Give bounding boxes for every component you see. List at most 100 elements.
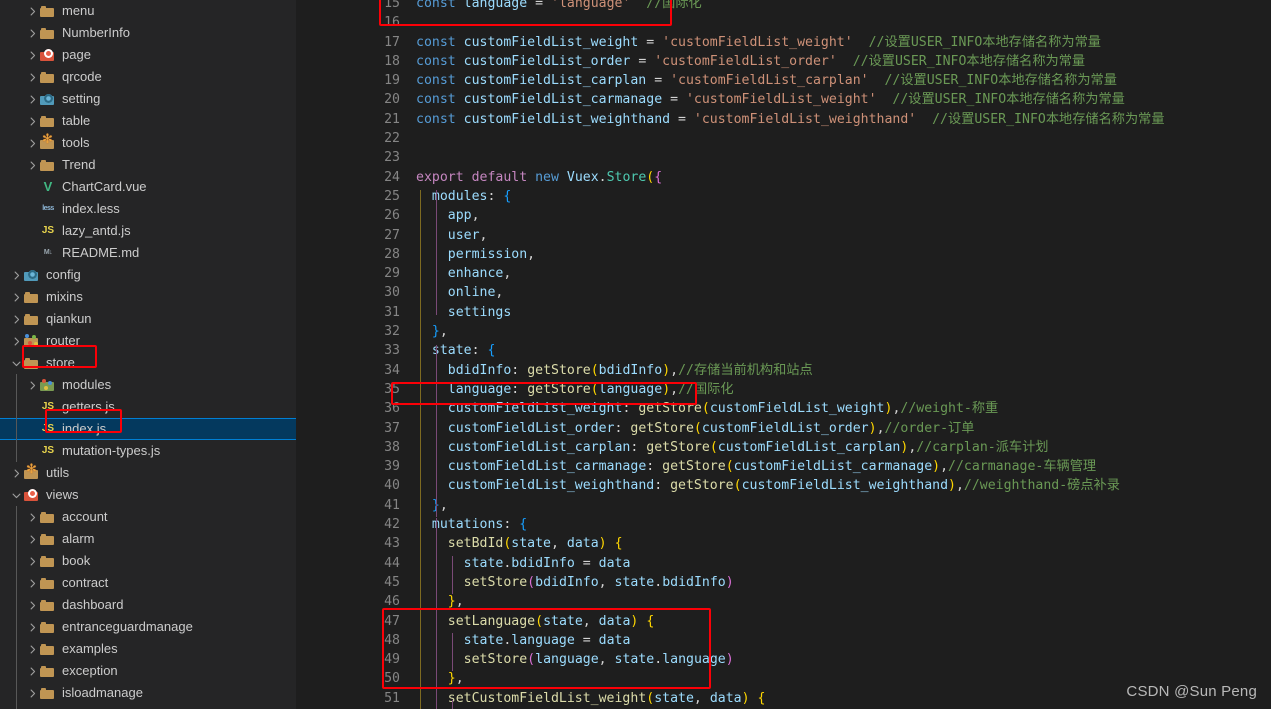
chevron-right-icon[interactable]: [24, 550, 40, 572]
chevron-right-icon[interactable]: [24, 132, 40, 154]
file-tree-item-selected[interactable]: JS index.js: [0, 418, 296, 440]
file-tree-item[interactable]: setting: [0, 88, 296, 110]
chevron-right-icon[interactable]: [8, 308, 24, 330]
code-line[interactable]: 21 const customFieldList_weighthand = 'cu…: [296, 110, 1271, 129]
file-tree-item[interactable]: menu: [0, 0, 296, 22]
file-tree-item[interactable]: jeecg: [0, 704, 296, 709]
chevron-right-icon[interactable]: [24, 572, 40, 594]
code-line[interactable]: 30 online,: [296, 283, 1271, 302]
code-line[interactable]: 26 app,: [296, 206, 1271, 225]
file-tree-item[interactable]: config: [0, 264, 296, 286]
code-line[interactable]: 36 customFieldList_weight: getStore(cust…: [296, 399, 1271, 418]
code-line[interactable]: 47 setLanguage(state, data) {: [296, 612, 1271, 631]
chevron-right-icon[interactable]: [24, 506, 40, 528]
code-line[interactable]: 27 user,: [296, 226, 1271, 245]
chevron-right-icon[interactable]: [24, 0, 40, 22]
file-tree-item[interactable]: JS mutation-types.js: [0, 440, 296, 462]
file-tree-item[interactable]: utils: [0, 462, 296, 484]
chevron-right-icon[interactable]: [24, 374, 40, 396]
chevron-right-icon[interactable]: [24, 110, 40, 132]
code-line[interactable]: 43 setBdId(state, data) {: [296, 534, 1271, 553]
code-line[interactable]: 50 },: [296, 669, 1271, 688]
file-tree-item[interactable]: alarm: [0, 528, 296, 550]
code-line[interactable]: 44 state.bdidInfo = data: [296, 554, 1271, 573]
file-tree-item[interactable]: contract: [0, 572, 296, 594]
code-line[interactable]: 35 language: getStore(language),//国际化: [296, 380, 1271, 399]
chevron-right-icon[interactable]: [24, 66, 40, 88]
file-tree-item[interactable]: less index.less: [0, 198, 296, 220]
chevron-down-icon[interactable]: [8, 352, 24, 374]
chevron-right-icon[interactable]: [24, 154, 40, 176]
code-line[interactable]: 41 },: [296, 496, 1271, 515]
file-tree-item[interactable]: NumberInfo: [0, 22, 296, 44]
code-line[interactable]: 45 setStore(bdidInfo, state.bdidInfo): [296, 573, 1271, 592]
file-tree-item[interactable]: isloadmanage: [0, 682, 296, 704]
code-line[interactable]: 20 const customFieldList_carmanage = 'cus…: [296, 90, 1271, 109]
chevron-down-icon[interactable]: [8, 484, 24, 506]
file-tree-item[interactable]: table: [0, 110, 296, 132]
chevron-right-icon[interactable]: [24, 88, 40, 110]
code-line[interactable]: 17 const customFieldList_weight = 'custom…: [296, 33, 1271, 52]
code-editor[interactable]: 15 const language = 'language' //国际化 16 17 c…: [296, 0, 1271, 709]
file-tree-item[interactable]: tools: [0, 132, 296, 154]
chevron-right-icon[interactable]: [24, 44, 40, 66]
code-line[interactable]: 40 customFieldList_weighthand: getStore(…: [296, 476, 1271, 495]
chevron-right-icon[interactable]: [8, 286, 24, 308]
code-line[interactable]: 37 customFieldList_order: getStore(custo…: [296, 419, 1271, 438]
file-tree-item[interactable]: account: [0, 506, 296, 528]
file-tree-item[interactable]: book: [0, 550, 296, 572]
code-line[interactable]: 19 const customFieldList_carplan = 'custo…: [296, 71, 1271, 90]
file-tree-item[interactable]: entranceguardmanage: [0, 616, 296, 638]
chevron-right-icon[interactable]: [24, 594, 40, 616]
chevron-right-icon[interactable]: [24, 528, 40, 550]
code-line[interactable]: 23: [296, 148, 1271, 167]
code-line[interactable]: 51 setCustomFieldList_weight(state, data…: [296, 689, 1271, 708]
file-tree-item[interactable]: store: [0, 352, 296, 374]
file-tree-item[interactable]: V ChartCard.vue: [0, 176, 296, 198]
file-tree[interactable]: menu NumberInfo page qrcode setting table tool…: [0, 0, 296, 709]
code-line[interactable]: 29 enhance,: [296, 264, 1271, 283]
file-tree-item[interactable]: dashboard: [0, 594, 296, 616]
code-line[interactable]: 39 customFieldList_carmanage: getStore(c…: [296, 457, 1271, 476]
chevron-right-icon[interactable]: [24, 660, 40, 682]
chevron-right-icon[interactable]: [24, 616, 40, 638]
file-tree-item[interactable]: examples: [0, 638, 296, 660]
code-line[interactable]: 34 bdidInfo: getStore(bdidInfo),//存储当前机构…: [296, 361, 1271, 380]
file-tree-item[interactable]: JS lazy_antd.js: [0, 220, 296, 242]
chevron-right-icon[interactable]: [8, 330, 24, 352]
code-line[interactable]: 22: [296, 129, 1271, 148]
code-line[interactable]: 46 },: [296, 592, 1271, 611]
file-tree-item[interactable]: M↓ README.md: [0, 242, 296, 264]
file-explorer-sidebar[interactable]: menu NumberInfo page qrcode setting table tool…: [0, 0, 296, 709]
code-line[interactable]: 38 customFieldList_carplan: getStore(cus…: [296, 438, 1271, 457]
chevron-right-icon[interactable]: [24, 682, 40, 704]
code-line[interactable]: 32 },: [296, 322, 1271, 341]
code-content[interactable]: 15 const language = 'language' //国际化 16 17 c…: [296, 0, 1271, 708]
code-line[interactable]: 49 setStore(language, state.language): [296, 650, 1271, 669]
chevron-right-icon[interactable]: [24, 22, 40, 44]
file-tree-item[interactable]: exception: [0, 660, 296, 682]
file-tree-item[interactable]: modules: [0, 374, 296, 396]
code-line[interactable]: 24 export default new Vuex.Store({: [296, 168, 1271, 187]
code-line[interactable]: 31 settings: [296, 303, 1271, 322]
file-tree-item[interactable]: qrcode: [0, 66, 296, 88]
file-tree-item[interactable]: Trend: [0, 154, 296, 176]
chevron-right-icon[interactable]: [24, 638, 40, 660]
chevron-right-icon[interactable]: [24, 704, 40, 709]
chevron-right-icon[interactable]: [8, 264, 24, 286]
code-line[interactable]: 28 permission,: [296, 245, 1271, 264]
code-line[interactable]: 48 state.language = data: [296, 631, 1271, 650]
code-line[interactable]: 16: [296, 13, 1271, 32]
chevron-right-icon[interactable]: [8, 462, 24, 484]
code-line[interactable]: 25 modules: {: [296, 187, 1271, 206]
file-tree-item[interactable]: router: [0, 330, 296, 352]
code-line[interactable]: 18 const customFieldList_order = 'customF…: [296, 52, 1271, 71]
code-line[interactable]: 33 state: {: [296, 341, 1271, 360]
file-tree-item[interactable]: JS getters.js: [0, 396, 296, 418]
code-line[interactable]: 42 mutations: {: [296, 515, 1271, 534]
file-tree-item[interactable]: page: [0, 44, 296, 66]
file-tree-item[interactable]: mixins: [0, 286, 296, 308]
code-line[interactable]: 15 const language = 'language' //国际化: [296, 0, 1271, 13]
file-tree-item[interactable]: views: [0, 484, 296, 506]
file-tree-item[interactable]: qiankun: [0, 308, 296, 330]
